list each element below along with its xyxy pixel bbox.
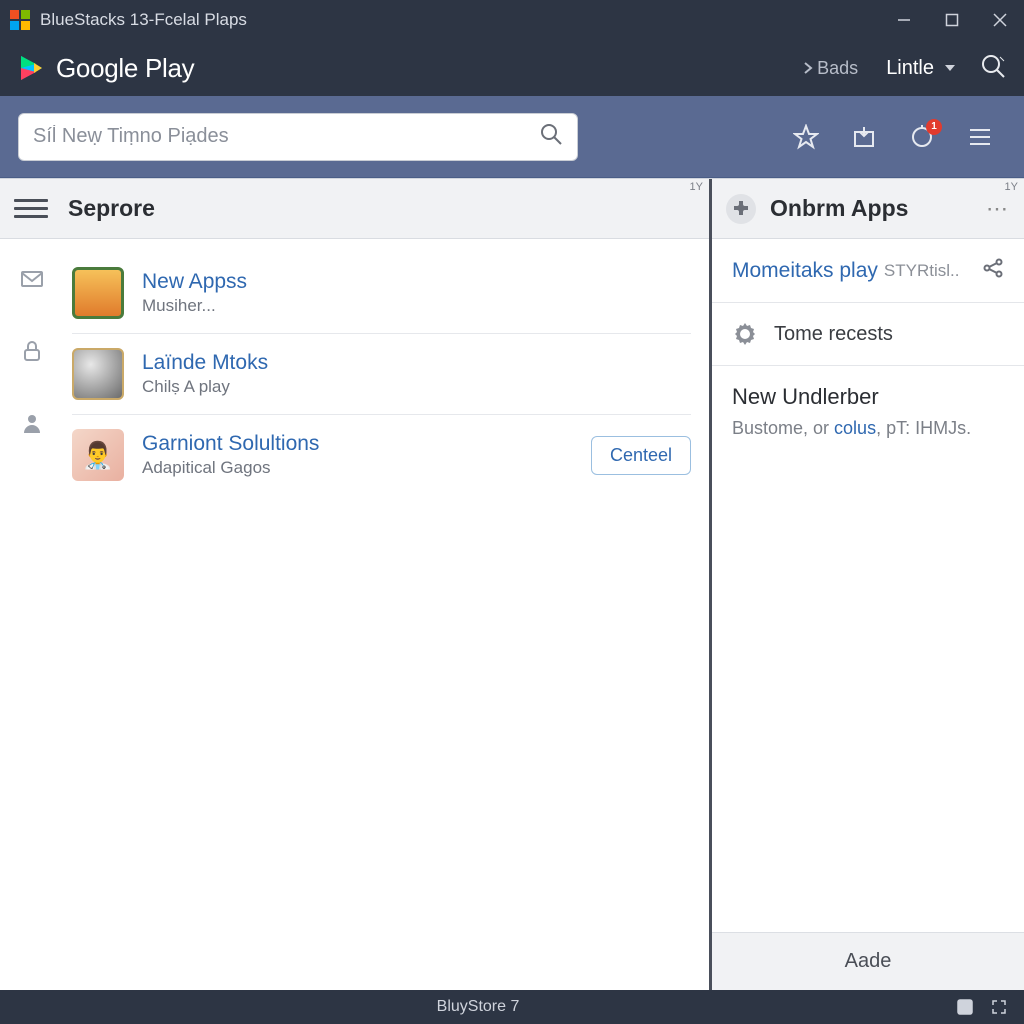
app-list: New Appss Musiher... Laïnde Mtoks Chilṣ … xyxy=(64,239,709,990)
main-area: 1Y Seprore New Appss Musiher... xyxy=(0,178,1024,990)
centeel-button[interactable]: Centeel xyxy=(591,436,691,475)
status-expand-button[interactable] xyxy=(986,994,1012,1020)
list-item[interactable]: 👨‍⚕️ Garniont Solultions Adapitical Gago… xyxy=(72,415,691,495)
window-minimize-button[interactable] xyxy=(880,0,928,40)
left-panel-title: Seprore xyxy=(68,195,155,222)
list-item[interactable]: Laïnde Mtoks Chilṣ A play xyxy=(72,334,691,415)
status-bar: BluyStore 7 e xyxy=(0,990,1024,1024)
right-panel-header: Onbrm Apps ⋯ xyxy=(712,179,1024,239)
list-item[interactable]: New Appss Musiher... xyxy=(72,253,691,334)
app-title: Garniont Solultions xyxy=(142,432,591,456)
lintle-dropdown[interactable]: Lintle xyxy=(886,57,956,80)
left-corner-tag: 1Y xyxy=(690,181,703,193)
undler-link[interactable]: colus xyxy=(834,418,876,438)
windows-logo-icon xyxy=(10,10,30,30)
app-subtitle: Adapitical Gagos xyxy=(142,458,591,478)
left-panel: 1Y Seprore New Appss Musiher... xyxy=(0,179,712,990)
share-button[interactable] xyxy=(982,257,1004,284)
app-icon xyxy=(72,348,124,400)
download-box-icon xyxy=(851,124,877,150)
downloads-button[interactable] xyxy=(838,111,890,163)
bads-link[interactable]: Bads xyxy=(803,58,858,79)
status-center-text: BluyStore 7 xyxy=(12,998,944,1016)
momeitaks-title: Momeitaks play xyxy=(732,259,878,283)
right-panel-title: Onbrm Apps xyxy=(770,195,908,222)
lock-icon xyxy=(20,339,44,363)
momeitaks-sub: STYRtisl.. xyxy=(884,261,960,281)
search-box[interactable] xyxy=(18,113,578,161)
play-brand-text: Google Play xyxy=(56,53,194,84)
header-search-button[interactable] xyxy=(980,53,1006,84)
search-icon xyxy=(539,122,563,146)
app-icon xyxy=(72,267,124,319)
google-play-brand[interactable]: Google Play xyxy=(18,53,803,84)
chevron-right-icon xyxy=(803,61,813,75)
notifications-button[interactable]: 1 xyxy=(896,111,948,163)
right-panel: 1Y Onbrm Apps ⋯ Momeitaks play STYRtisl.… xyxy=(712,179,1024,990)
app-title: Laïnde Mtoks xyxy=(142,351,691,375)
app-subtitle: Musiher... xyxy=(142,296,691,316)
left-hamburger-button[interactable] xyxy=(14,192,48,226)
play-triangle-icon xyxy=(18,54,46,82)
person-icon xyxy=(20,411,44,435)
undler-title: New Undlerber xyxy=(732,384,1004,410)
app-icon: 👨‍⚕️ xyxy=(72,429,124,481)
app-subtitle: Chilṣ A play xyxy=(142,377,691,397)
left-panel-header: Seprore xyxy=(0,179,709,239)
window-maximize-button[interactable] xyxy=(928,0,976,40)
star-icon xyxy=(793,124,819,150)
person-rail-button[interactable] xyxy=(18,409,46,437)
share-icon xyxy=(982,257,1004,279)
gear-icon xyxy=(732,321,758,347)
left-body: New Appss Musiher... Laïnde Mtoks Chilṣ … xyxy=(0,239,709,990)
extension-icon xyxy=(726,194,756,224)
play-header: Google Play Bads Lintle xyxy=(0,40,1024,96)
chevron-down-icon xyxy=(944,62,956,74)
notification-badge: 1 xyxy=(926,119,942,135)
search-submit-button[interactable] xyxy=(539,122,563,151)
hamburger-icon xyxy=(967,124,993,150)
momeitaks-row[interactable]: Momeitaks play STYRtisl.. xyxy=(712,239,1024,303)
lock-rail-button[interactable] xyxy=(18,337,46,365)
svg-text:e: e xyxy=(962,1003,968,1014)
search-toolbar: 1 xyxy=(0,96,1024,178)
search-icon xyxy=(980,53,1006,79)
undler-block: New Undlerber Bustome, or colus, pT: IHM… xyxy=(712,366,1024,932)
right-corner-tag: 1Y xyxy=(1005,181,1018,193)
app-title: New Appss xyxy=(142,270,691,294)
right-footer-button[interactable]: Aade xyxy=(712,932,1024,990)
right-panel-more-button[interactable]: ⋯ xyxy=(986,196,1010,222)
favorites-button[interactable] xyxy=(780,111,832,163)
widget-icon: e xyxy=(957,999,973,1015)
window-titlebar: BlueStacks 13-Fcelal Plaps xyxy=(0,0,1024,40)
expand-icon xyxy=(991,999,1007,1015)
undler-body: Bustome, or colus, pT: IHMJs. xyxy=(732,418,1004,439)
left-rail xyxy=(0,239,64,990)
window-close-button[interactable] xyxy=(976,0,1024,40)
search-input[interactable] xyxy=(33,125,539,148)
tome-row[interactable]: Tome recests xyxy=(712,303,1024,366)
mail-icon xyxy=(20,267,44,291)
tome-text: Tome recests xyxy=(774,323,893,346)
mail-rail-button[interactable] xyxy=(18,265,46,293)
window-title: BlueStacks 13-Fcelal Plaps xyxy=(40,10,880,30)
status-widget-button[interactable]: e xyxy=(952,994,978,1020)
menu-button[interactable] xyxy=(954,111,1006,163)
